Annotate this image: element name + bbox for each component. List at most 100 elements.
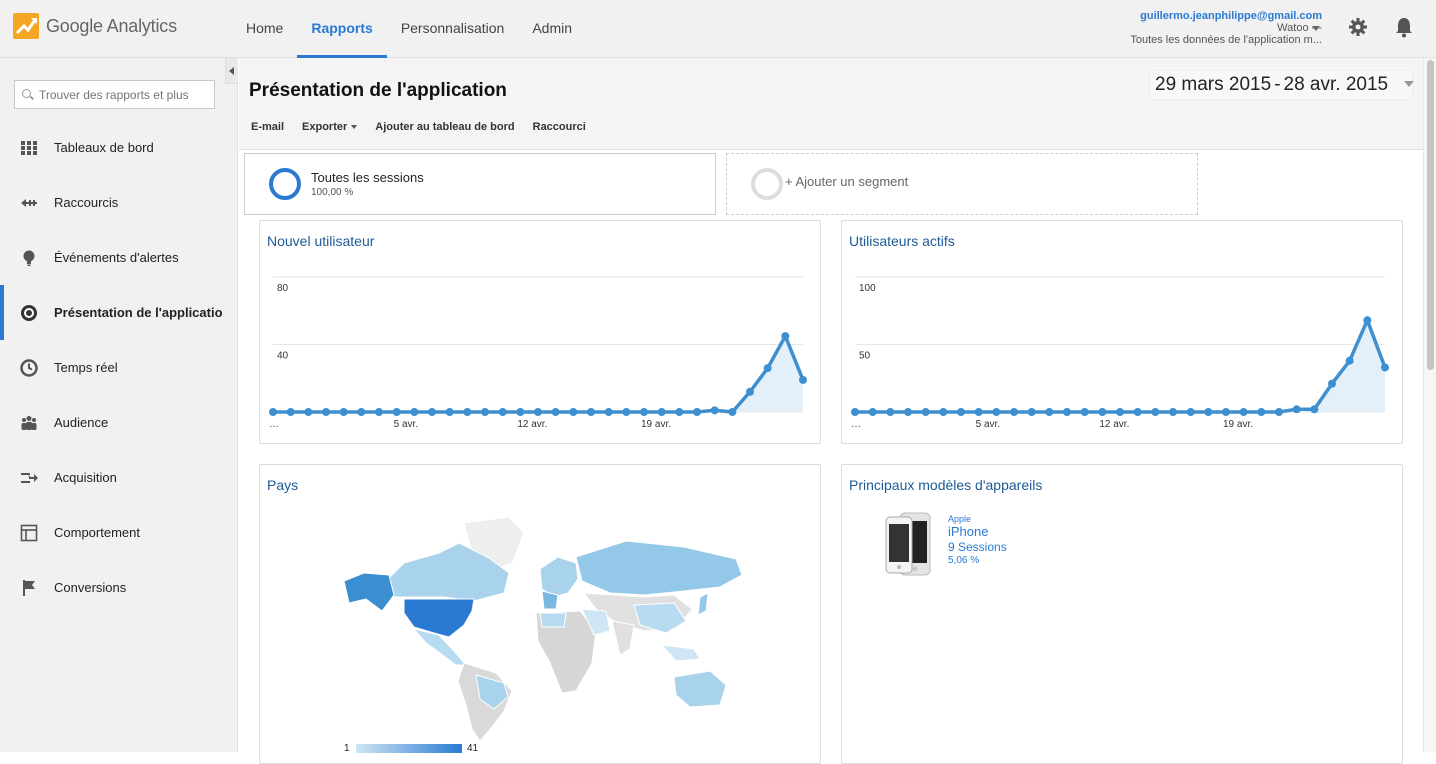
data-point [1222,408,1230,416]
data-point [1257,408,1266,416]
page-title: Présentation de l'application [249,80,507,101]
app-overview-icon [21,304,37,321]
nav-admin[interactable]: Admin [518,0,586,58]
data-point [781,332,790,341]
device-brand: Apple [948,514,972,524]
active-users-chart: 100 50 … 5 avr. 12 avr. 19 avr. [851,276,1389,430]
sidebar-item-conversions[interactable]: Conversions [0,560,238,615]
account-dropdown-icon[interactable] [1312,26,1320,31]
sidebar-item-realtime[interactable]: Temps réel [0,340,238,395]
sidebar-item-label: Événements d'alertes [54,250,179,265]
y-tick-label: 80 [277,283,289,294]
scrollbar-thumb[interactable] [1427,60,1434,370]
shortcut-arrow-icon [21,198,37,207]
data-point [1310,405,1319,414]
data-point [974,408,983,416]
segment-percentage: 100,00 % [311,187,354,198]
devices-card: Principaux modèles d'appareils Apple iPh… [841,464,1403,764]
data-point [322,408,330,416]
data-point [1045,408,1054,416]
lightbulb-icon [23,250,35,266]
y-tick-label: 40 [277,351,289,362]
data-point [1239,408,1248,416]
export-button[interactable]: Exporter [302,121,358,133]
world-map[interactable] [344,513,744,743]
people-icon [21,415,37,430]
scrollbar[interactable] [1423,58,1436,752]
search-icon [22,89,31,98]
data-point [587,408,595,416]
x-tick-label: 19 avr. [1223,419,1253,430]
data-point [516,408,525,416]
nav-home[interactable]: Home [232,0,297,58]
active-users-card: Utilisateurs actifs 100 50… 5 avr. 12 avr. 1… [841,220,1403,444]
grid-icon [21,140,37,155]
data-point [269,408,277,416]
data-point [710,406,719,415]
gear-icon[interactable] [1348,17,1368,37]
data-point [410,408,419,416]
iphone-image [885,512,931,576]
clock-icon [20,358,38,377]
data-point [886,408,895,416]
sidebar-item-app-overview[interactable]: Présentation de l'applicatio [0,285,238,340]
series-line [855,315,1387,414]
data-point [851,408,859,416]
sidebar-item-alerts[interactable]: Événements d'alertes [0,230,238,285]
data-point [286,408,295,416]
data-point [498,408,507,416]
brand-name: Google Analytics [46,15,177,36]
sidebar-item-acquisition[interactable]: Acquisition [0,450,238,505]
x-tick-label: 19 avr. [641,419,671,430]
data-point [957,408,965,416]
add-to-dashboard-button[interactable]: Ajouter au tableau de bord [375,121,514,133]
x-tick-label: 5 avr. [976,419,1000,430]
data-point [1186,408,1195,416]
chevron-down-icon[interactable] [1404,81,1414,87]
series-line [273,331,805,414]
data-point [375,408,383,416]
report-search[interactable] [14,80,215,109]
nav-rapports[interactable]: Rapports [297,0,387,58]
bell-icon[interactable] [1394,16,1414,38]
device-item[interactable]: Apple iPhone 9 Sessions 5,06 % [884,511,1104,581]
map-legend-min: 1 [344,743,350,754]
data-point [1204,408,1213,416]
nav-personnalisation[interactable]: Personnalisation [387,0,519,58]
add-segment-button[interactable]: + Ajouter un segment [726,153,1198,215]
sidebar-item-behavior[interactable]: Comportement [0,505,238,560]
shortcut-button[interactable]: Raccourci [533,121,586,133]
report-toolbar: E-mail Exporter Ajouter au tableau de bo… [251,121,604,133]
collapse-sidebar-button[interactable] [225,58,238,84]
report-search-input[interactable] [39,87,209,103]
segment-all-sessions[interactable]: Toutes les sessions 100,00 % [244,153,716,215]
data-point [904,408,912,416]
sidebar-item-label: Acquisition [54,470,117,485]
sidebar-item-label: Conversions [54,580,127,595]
account-selector[interactable]: guillermo.jeanphilippe@gmail.com Watoo -… [1130,10,1322,46]
google-analytics-logo[interactable]: Google Analytics [12,12,177,40]
segment-ring-icon [269,168,301,200]
sidebar-item-audience[interactable]: Audience [0,395,238,450]
date-range-picker[interactable]: 29 mars 2015-28 avr. 2015 [1149,70,1413,100]
sidebar-item-label: Comportement [54,525,140,540]
country-card: Pays 1 41 [259,464,821,764]
sidebar-item-label: Temps réel [54,360,118,375]
caret-down-icon [351,125,358,130]
data-point [1169,408,1177,416]
account-property: Watoo - - [1277,22,1322,34]
sidebar-item-label: Présentation de l'applicatio [54,305,223,320]
x-tick-label: … [269,419,279,430]
sidebar-item-dashboards[interactable]: Tableaux de bord [0,120,238,175]
data-point [939,408,948,416]
data-point [481,408,489,416]
data-point [657,408,666,416]
sidebar-item-shortcuts[interactable]: Raccourcis [0,175,238,230]
data-point [1381,363,1389,372]
device-percentage: 5,06 % [948,555,980,566]
data-point [551,408,560,416]
acquisition-arrows-icon [21,472,38,483]
email-button[interactable]: E-mail [251,121,284,133]
x-tick-label: 12 avr. [517,419,547,430]
add-segment-label: + Ajouter un segment [785,174,909,189]
